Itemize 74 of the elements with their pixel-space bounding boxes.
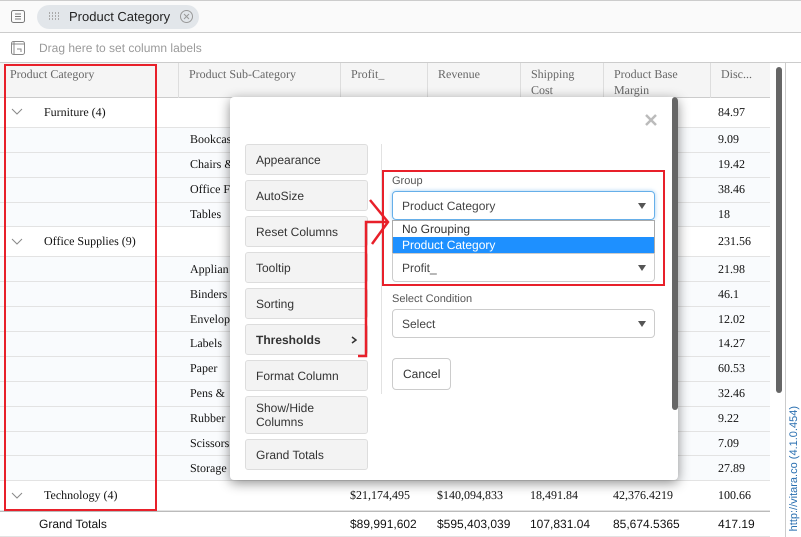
table-cell: Pens & <box>190 386 226 402</box>
totals-cell: 85,674.5365 <box>613 517 680 532</box>
chip-label: Product Category <box>69 9 170 24</box>
table-cell: Labels <box>190 336 222 352</box>
table-cell: 9.09 <box>718 132 739 148</box>
dropdown-caret-icon <box>638 264 646 270</box>
pivot-icon[interactable] <box>11 40 25 54</box>
table-cell: $140,094,833 <box>437 488 503 504</box>
close-icon[interactable] <box>644 113 658 127</box>
table-cell: Tables <box>190 206 222 222</box>
table-cell: 231.56 <box>718 234 751 250</box>
drop-zone-hint: Drag here to set column labels <box>39 40 202 54</box>
table-cell: 84.97 <box>718 104 745 120</box>
list-icon[interactable] <box>11 10 25 23</box>
settings-menu-item[interactable]: Thresholds <box>245 324 368 355</box>
settings-menu-item[interactable]: Appearance <box>245 144 368 175</box>
table-cell: Rubber <box>190 411 226 426</box>
table-cell: 19.42 <box>718 157 745 172</box>
table-cell: 18 <box>718 206 730 222</box>
table-cell: 46.1 <box>718 286 739 302</box>
table-cell: Binders <box>190 286 228 302</box>
column-header[interactable]: Product Category <box>0 63 178 98</box>
column-select[interactable]: Profit_ <box>392 253 655 282</box>
table-cell: 42,376.4219 <box>613 488 673 504</box>
table-cell: 38.46 <box>718 182 745 198</box>
settings-menu-item[interactable]: Reset Columns <box>245 216 368 247</box>
chevron-icon[interactable] <box>11 238 23 246</box>
chevron-icon[interactable] <box>11 108 23 116</box>
table-cell: $21,174,495 <box>350 488 410 504</box>
table-cell: 9.22 <box>718 411 739 426</box>
totals-cell: 107,831.04 <box>530 517 590 532</box>
table-cell: Bookcas <box>190 132 232 148</box>
table-cell: Envelop <box>190 312 230 326</box>
grouping-chip[interactable]: Product Category <box>37 4 200 28</box>
dropdown-caret-icon <box>638 320 646 326</box>
table-cell: 27.89 <box>718 460 745 476</box>
table-cell: 14.27 <box>718 336 745 352</box>
group-select[interactable]: Product Category <box>392 191 655 220</box>
group-label: Furniture (4) <box>44 104 106 120</box>
field-label: Group <box>392 175 424 187</box>
totals-cell: $595,403,039 <box>437 517 510 532</box>
totals-label: Grand Totals <box>39 517 107 532</box>
settings-menu-item[interactable]: Format Column <box>245 360 368 391</box>
scrollbar-thumb[interactable] <box>672 97 678 410</box>
group-label: Office Supplies (9) <box>44 234 136 250</box>
table-cell: 21.98 <box>718 262 745 277</box>
table-cell: 60.53 <box>718 361 745 376</box>
table-cell: Office F <box>190 182 230 198</box>
table-cell: 100.66 <box>718 488 751 504</box>
condition-select[interactable]: Select <box>392 309 655 338</box>
cancel-button[interactable]: Cancel <box>392 358 452 390</box>
table-cell: Applian <box>190 262 229 277</box>
settings-menu-item[interactable]: Show/Hide Columns <box>245 396 368 434</box>
totals-cell: $89,991,602 <box>350 517 417 532</box>
scrollbar-thumb[interactable] <box>776 67 782 393</box>
totals-cell: 417.19 <box>718 517 755 532</box>
group-label: Technology (4) <box>44 488 118 504</box>
version-link[interactable]: http://vitara.co (4.1.0.454) <box>788 406 800 531</box>
field-label: Select Condition <box>392 293 474 305</box>
table-cell: 32.46 <box>718 386 745 402</box>
settings-menu-item[interactable]: Grand Totals <box>245 439 368 470</box>
table-cell: Paper <box>190 361 218 376</box>
drag-handle-icon[interactable] <box>49 12 59 21</box>
table-cell: Storage <box>190 460 227 476</box>
chevron-icon[interactable] <box>11 492 23 500</box>
settings-menu-item[interactable]: AutoSize <box>245 180 368 211</box>
table-cell: 12.02 <box>718 312 745 326</box>
remove-icon[interactable] <box>180 10 194 23</box>
table-cell: 18,491.84 <box>530 488 578 504</box>
settings-menu-item[interactable]: Tooltip <box>245 252 368 283</box>
table-cell: Scissors <box>190 436 230 451</box>
settings-menu-item[interactable]: Sorting <box>245 288 368 319</box>
table-cell: 7.09 <box>718 436 739 451</box>
chevron-right-icon <box>351 336 357 344</box>
